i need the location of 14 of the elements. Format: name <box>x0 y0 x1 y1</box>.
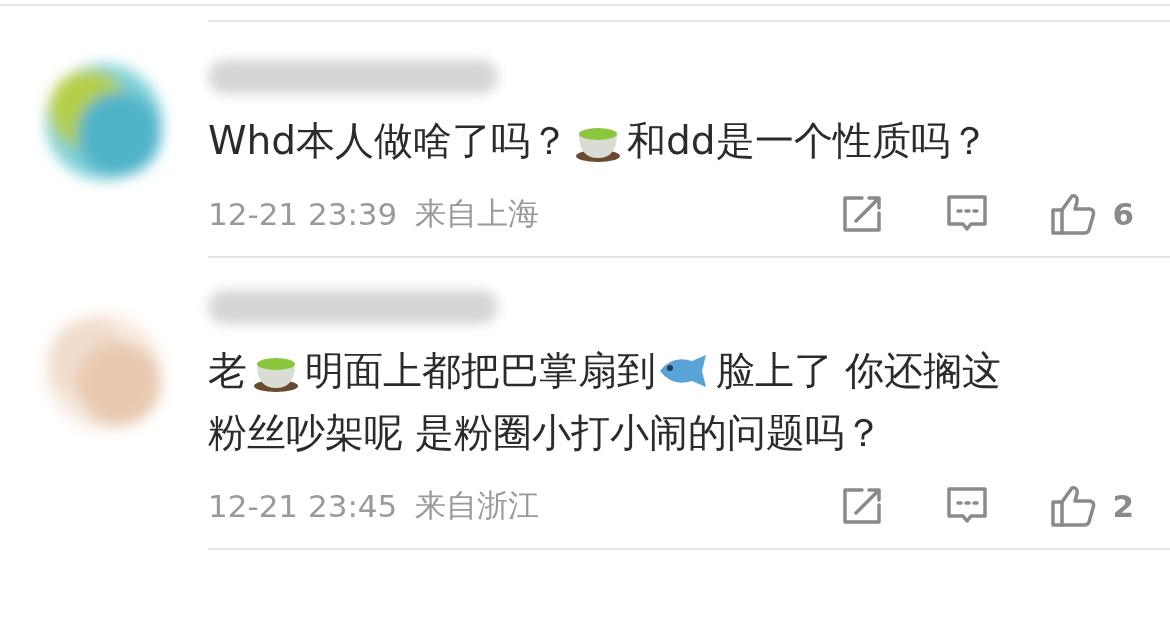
comment-time: 12-21 23:39 <box>208 196 398 232</box>
comment-text: 脸上了 你还搁这 <box>716 347 1002 395</box>
like-button[interactable]: 6 <box>1050 192 1134 236</box>
comment-button[interactable] <box>946 194 989 234</box>
comment-time: 12-21 23:45 <box>208 488 398 524</box>
comment-text: 粉丝吵架呢 是粉圈小打小闹的问题吗？ <box>208 409 884 457</box>
comment-location: 来自上海 <box>415 194 540 233</box>
comment-text: Whd本人做啥了吗？ <box>208 117 570 165</box>
comment-button[interactable] <box>946 486 989 526</box>
comment-text: 和dd是一个性质吗？ <box>627 117 989 165</box>
comment-text: 老 <box>208 347 247 395</box>
like-button[interactable]: 2 <box>1050 484 1134 528</box>
comment-text: 明面上都把巴掌扇到 <box>305 347 656 395</box>
comment-location: 来自浙江 <box>415 486 540 525</box>
